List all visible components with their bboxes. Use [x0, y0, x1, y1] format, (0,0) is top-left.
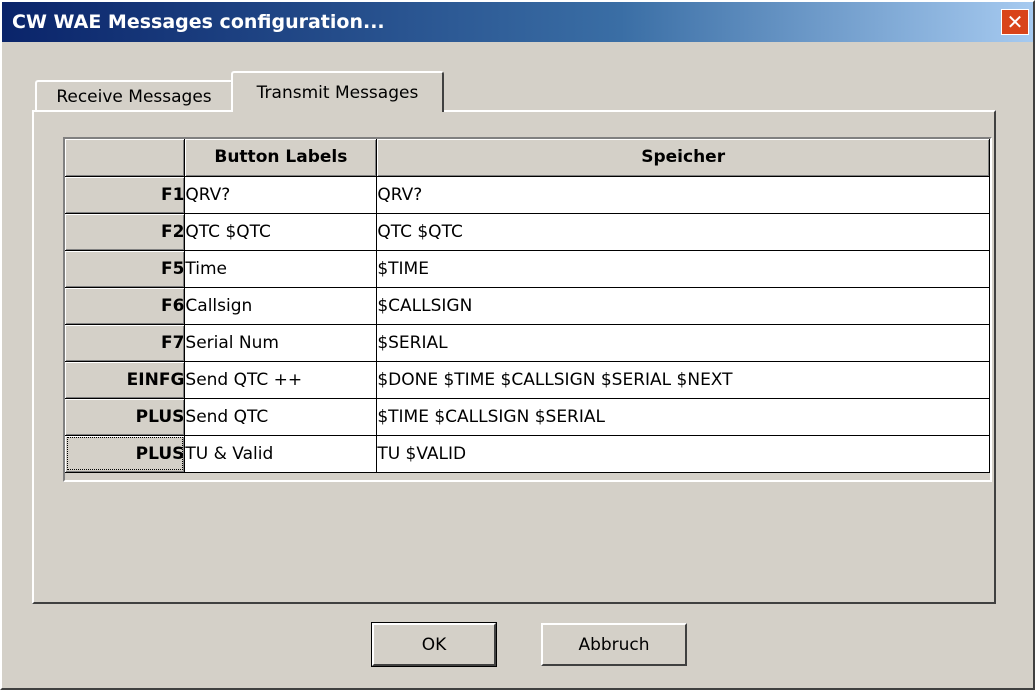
button-label-cell[interactable]: QRV?	[184, 176, 378, 214]
ok-button-label: OK	[421, 634, 447, 655]
table-row: EINFG Send QTC ++ $DONE $TIME $CALLSIGN …	[65, 361, 990, 399]
row-key[interactable]: F6	[65, 287, 186, 325]
button-label-cell[interactable]: Send QTC ++	[184, 361, 378, 399]
column-header-speicher[interactable]: Speicher	[376, 139, 990, 177]
table-row: F7 Serial Num $SERIAL	[65, 324, 990, 362]
button-label-cell[interactable]: Time	[184, 250, 378, 288]
table-row: F5 Time $TIME	[65, 250, 990, 288]
memory-cell[interactable]: $TIME $CALLSIGN $SERIAL	[376, 398, 990, 436]
row-key[interactable]: F5	[65, 250, 186, 288]
row-key[interactable]: F7	[65, 324, 186, 362]
window-title: CW WAE Messages configuration...	[12, 11, 385, 33]
messages-grid[interactable]: Button Labels Speicher F1 QRV? QRV? F2 Q…	[63, 137, 992, 482]
row-key[interactable]: EINFG	[65, 361, 186, 399]
memory-cell[interactable]: $TIME	[376, 250, 990, 288]
row-key[interactable]: F2	[65, 213, 186, 251]
button-label-cell[interactable]: Serial Num	[184, 324, 378, 362]
button-label-cell[interactable]: Send QTC	[184, 398, 378, 436]
column-header-button-labels[interactable]: Button Labels	[184, 139, 378, 177]
memory-cell[interactable]: $SERIAL	[376, 324, 990, 362]
memory-cell[interactable]: $CALLSIGN	[376, 287, 990, 325]
table-row: PLUS Send QTC $TIME $CALLSIGN $SERIAL	[65, 398, 990, 436]
memory-cell[interactable]: $DONE $TIME $CALLSIGN $SERIAL $NEXT	[376, 361, 990, 399]
button-label-cell[interactable]: Callsign	[184, 287, 378, 325]
close-icon: ✕	[1006, 10, 1024, 34]
row-key[interactable]: PLUS	[65, 435, 186, 473]
row-key[interactable]: PLUS	[65, 398, 186, 436]
table-row: PLUS TU & Valid TU $VALID	[65, 435, 990, 473]
row-key[interactable]: F1	[65, 176, 186, 214]
header-row: Button Labels Speicher	[65, 139, 990, 177]
corner-header	[65, 139, 186, 177]
memory-cell[interactable]: QRV?	[376, 176, 990, 214]
tab-receive-messages[interactable]: Receive Messages	[35, 80, 233, 111]
cancel-button[interactable]: Abbruch	[541, 623, 687, 666]
button-label-cell[interactable]: TU & Valid	[184, 435, 378, 473]
table-row: F6 Callsign $CALLSIGN	[65, 287, 990, 325]
ok-button[interactable]: OK	[371, 622, 497, 667]
tab-label: Receive Messages	[56, 86, 212, 107]
memory-cell[interactable]: QTC $QTC	[376, 213, 990, 251]
table-row: F2 QTC $QTC QTC $QTC	[65, 213, 990, 251]
memory-cell[interactable]: TU $VALID	[376, 435, 990, 473]
title-bar[interactable]: CW WAE Messages configuration... ✕	[2, 2, 1033, 42]
close-button[interactable]: ✕	[1001, 9, 1029, 35]
button-label-cell[interactable]: QTC $QTC	[184, 213, 378, 251]
cancel-button-label: Abbruch	[578, 634, 650, 655]
table-row: F1 QRV? QRV?	[65, 176, 990, 214]
tab-label: Transmit Messages	[256, 82, 419, 103]
tab-transmit-messages[interactable]: Transmit Messages	[231, 71, 444, 112]
messages-table: Button Labels Speicher F1 QRV? QRV? F2 Q…	[65, 139, 990, 473]
